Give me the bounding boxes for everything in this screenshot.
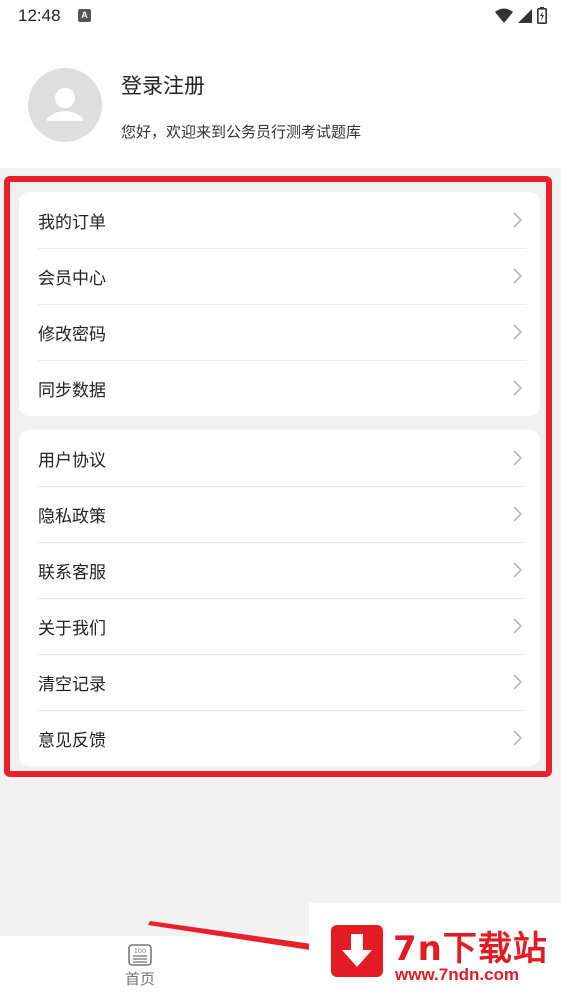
menu-item-label: 关于我们 — [38, 618, 106, 639]
menu-card-account: 我的订单 会员中心 修改密码 同步数据 — [19, 192, 540, 416]
tab-home[interactable]: 100 首页 — [110, 944, 170, 994]
home-icon: 100 — [128, 944, 152, 966]
menu-item-label: 修改密码 — [38, 324, 106, 345]
menu-card-info: 用户协议 隐私政策 联系客服 关于我们 清空记录 意见反馈 — [19, 430, 540, 766]
signal-icon — [518, 8, 532, 23]
status-icons — [495, 7, 547, 24]
home-icon-text: 100 — [134, 947, 146, 955]
login-register-link[interactable]: 登录注册 — [121, 70, 205, 100]
watermark-url: www.7ndn.com — [395, 965, 520, 984]
chevron-right-icon — [513, 562, 523, 578]
menu-item-label: 意见反馈 — [38, 730, 106, 751]
chevron-right-icon — [513, 268, 523, 284]
chevron-right-icon — [513, 674, 523, 690]
welcome-text: 您好，欢迎来到公务员行测考试题库 — [121, 123, 362, 141]
user-icon — [47, 88, 83, 121]
menu-item-label: 同步数据 — [38, 380, 106, 401]
chevron-right-icon — [513, 506, 523, 522]
menu-item-label: 清空记录 — [38, 674, 106, 695]
watermark: 7n下载站 www.7ndn.com — [309, 903, 561, 997]
menu-item-sync-data[interactable]: 同步数据 — [19, 360, 540, 416]
chevron-right-icon — [513, 380, 523, 396]
chevron-right-icon — [513, 324, 523, 340]
battery-icon — [537, 7, 547, 24]
menu-item-customer-service[interactable]: 联系客服 — [19, 542, 540, 598]
tab-home-label: 首页 — [124, 970, 155, 988]
menu-item-about-us[interactable]: 关于我们 — [19, 598, 540, 654]
menu-item-feedback[interactable]: 意见反馈 — [19, 710, 540, 766]
status-bar: 12:48 A — [0, 0, 561, 34]
chevron-right-icon — [513, 618, 523, 634]
menu-item-label: 用户协议 — [38, 450, 106, 471]
notification-icon: A — [78, 9, 91, 22]
download-logo-icon — [331, 925, 383, 977]
status-time: 12:48 — [18, 6, 61, 25]
menu-item-orders[interactable]: 我的订单 — [19, 192, 540, 248]
watermark-title: 7n下载站 — [393, 929, 548, 969]
wifi-icon — [495, 8, 513, 23]
menu-item-label: 隐私政策 — [38, 506, 106, 527]
menu-item-label: 我的订单 — [38, 212, 106, 233]
menu-item-label: 联系客服 — [38, 562, 106, 583]
chevron-right-icon — [513, 730, 523, 746]
chevron-right-icon — [513, 450, 523, 466]
menu-item-label: 会员中心 — [38, 268, 106, 289]
chevron-right-icon — [513, 212, 523, 228]
menu-item-user-agreement[interactable]: 用户协议 — [19, 430, 540, 486]
menu-item-clear-records[interactable]: 清空记录 — [19, 654, 540, 710]
menu-item-change-password[interactable]: 修改密码 — [19, 304, 540, 360]
menu-item-membership[interactable]: 会员中心 — [19, 248, 540, 304]
menu-item-privacy-policy[interactable]: 隐私政策 — [19, 486, 540, 542]
avatar[interactable] — [28, 68, 102, 142]
